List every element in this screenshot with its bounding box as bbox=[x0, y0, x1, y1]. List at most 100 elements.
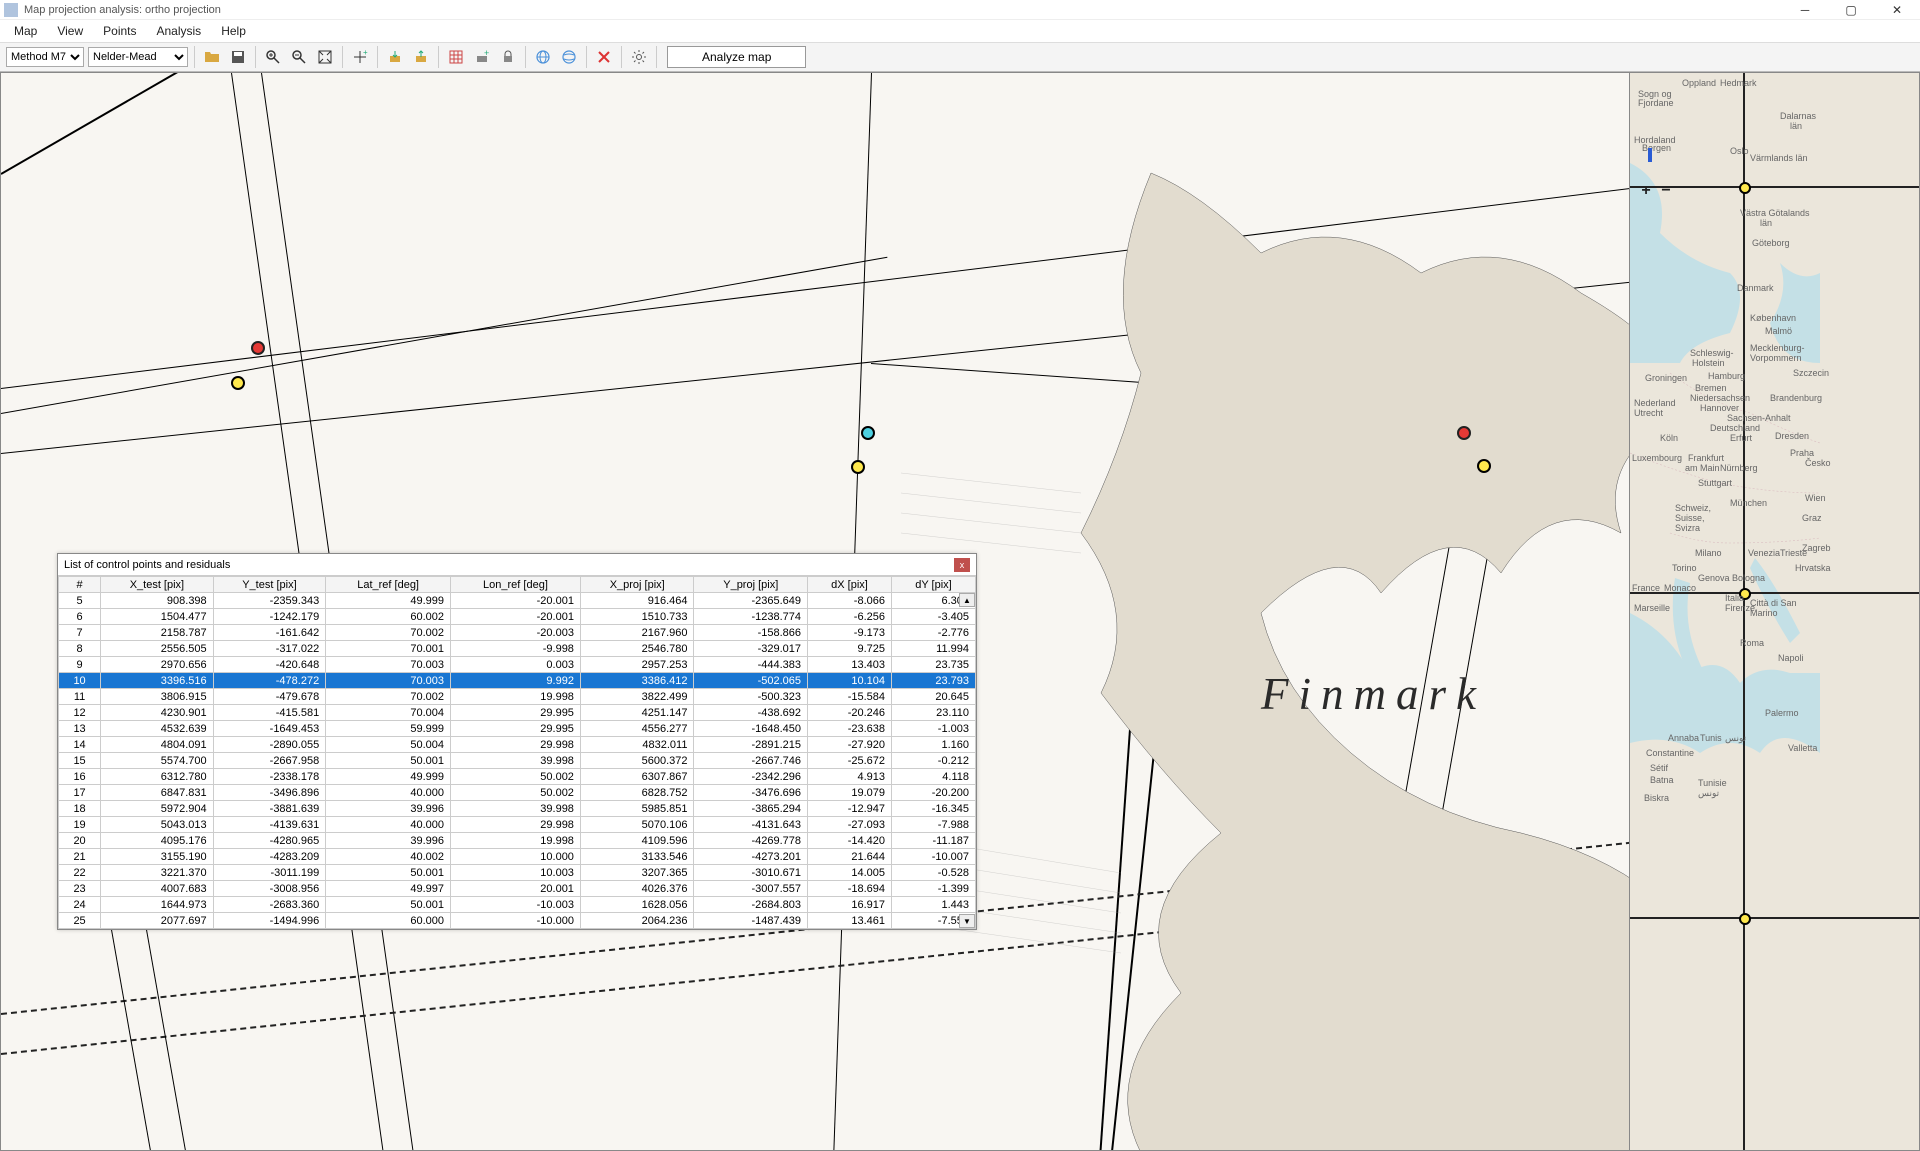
table-row[interactable]: 61504.477-1242.17960.002-20.0011510.733-… bbox=[59, 609, 976, 625]
ref-map-label: län bbox=[1760, 218, 1772, 228]
ref-map-label: Groningen bbox=[1645, 373, 1687, 383]
ref-map-label: Niedersachsen bbox=[1690, 393, 1750, 403]
clear-button[interactable] bbox=[593, 46, 615, 68]
ref-point-marker[interactable] bbox=[1739, 913, 1751, 925]
ref-map-label: Dresden bbox=[1775, 431, 1809, 441]
ref-map-label: Szczecin bbox=[1793, 368, 1829, 378]
ref-map-label: Venezia bbox=[1748, 548, 1780, 558]
control-point-marker[interactable] bbox=[861, 426, 875, 440]
table-row[interactable]: 252077.697-1494.99660.000-10.0002064.236… bbox=[59, 913, 976, 929]
opacity-slider[interactable] bbox=[1648, 148, 1652, 162]
ref-map-label: Danmark bbox=[1737, 283, 1774, 293]
import-points-button[interactable] bbox=[384, 46, 406, 68]
table-header[interactable]: Y_proj [pix] bbox=[694, 577, 808, 593]
save-button[interactable] bbox=[227, 46, 249, 68]
ref-map-label: Stuttgart bbox=[1698, 478, 1732, 488]
ref-map-label: Tunisie bbox=[1698, 778, 1727, 788]
table-row[interactable]: 185972.904-3881.63939.99639.9985985.851-… bbox=[59, 801, 976, 817]
ref-map-label: Graz bbox=[1802, 513, 1822, 523]
ref-map-label: Oppland bbox=[1682, 78, 1716, 88]
ref-point-marker[interactable] bbox=[1739, 182, 1751, 194]
ref-zoom-out-button[interactable]: − bbox=[1658, 183, 1674, 199]
ref-map-label: København bbox=[1750, 313, 1796, 323]
table-header[interactable]: dY [pix] bbox=[892, 577, 976, 593]
table-header[interactable]: Lat_ref [deg] bbox=[326, 577, 451, 593]
menu-analysis[interactable]: Analysis bbox=[147, 22, 212, 40]
table-row[interactable]: 241644.973-2683.36050.001-10.0031628.056… bbox=[59, 897, 976, 913]
minimize-button[interactable]: ─ bbox=[1782, 0, 1828, 20]
menu-help[interactable]: Help bbox=[211, 22, 256, 40]
table-header[interactable]: # bbox=[59, 577, 101, 593]
reference-map-canvas[interactable]: OsloOpplandHedmarkSogn ogFjordaneHordala… bbox=[1630, 72, 1920, 1151]
settings-button[interactable] bbox=[628, 46, 650, 68]
ref-map-label: Marino bbox=[1750, 608, 1778, 618]
menu-view[interactable]: View bbox=[47, 22, 93, 40]
ref-map-label: Batna bbox=[1650, 775, 1674, 785]
table-header[interactable]: Y_test [pix] bbox=[213, 577, 326, 593]
maximize-button[interactable]: ▢ bbox=[1828, 0, 1874, 20]
table-row[interactable]: 155574.700-2667.95850.00139.9985600.372-… bbox=[59, 753, 976, 769]
open-file-button[interactable] bbox=[201, 46, 223, 68]
close-button[interactable]: ✕ bbox=[1874, 0, 1920, 20]
table-row[interactable]: 144804.091-2890.05550.00429.9984832.011-… bbox=[59, 737, 976, 753]
menu-map[interactable]: Map bbox=[4, 22, 47, 40]
ref-map-label: Bologna bbox=[1732, 573, 1765, 583]
zoom-extent-button[interactable] bbox=[314, 46, 336, 68]
ref-map-label: Nederland bbox=[1634, 398, 1676, 408]
map-region-label: Finmark bbox=[1261, 668, 1486, 720]
table-row[interactable]: 103396.516-478.27270.0039.9923386.412-50… bbox=[59, 673, 976, 689]
toggle-grid-button[interactable] bbox=[445, 46, 467, 68]
table-row[interactable]: 234007.683-3008.95649.99720.0014026.376-… bbox=[59, 881, 976, 897]
table-row[interactable]: 92970.656-420.64870.0030.0032957.253-444… bbox=[59, 657, 976, 673]
table-header[interactable]: X_test [pix] bbox=[101, 577, 214, 593]
table-row[interactable]: 134532.639-1649.45359.99929.9954556.277-… bbox=[59, 721, 976, 737]
table-header[interactable]: Lon_ref [deg] bbox=[451, 577, 581, 593]
analyze-map-button[interactable]: Analyze map bbox=[667, 46, 806, 68]
table-row[interactable]: 82556.505-317.02270.001-9.9982546.780-32… bbox=[59, 641, 976, 657]
ref-map-label: Luxembourg bbox=[1632, 453, 1682, 463]
globe-outline-button[interactable] bbox=[558, 46, 580, 68]
ref-map-label: Hannover bbox=[1700, 403, 1739, 413]
ref-map-label: Trieste bbox=[1780, 548, 1807, 558]
control-point-marker[interactable] bbox=[1457, 426, 1471, 440]
table-row[interactable]: 113806.915-479.67870.00219.9983822.499-5… bbox=[59, 689, 976, 705]
control-point-marker[interactable] bbox=[231, 376, 245, 390]
ref-map-label: Biskra bbox=[1644, 793, 1669, 803]
table-row[interactable]: 213155.190-4283.20940.00210.0003133.546-… bbox=[59, 849, 976, 865]
table-row[interactable]: 223221.370-3011.19950.00110.0033207.365-… bbox=[59, 865, 976, 881]
ref-map-label: Monaco bbox=[1664, 583, 1696, 593]
globe-graticule-button[interactable] bbox=[532, 46, 554, 68]
solver-select[interactable]: Nelder-Mead bbox=[88, 47, 188, 67]
ref-map-label: Tunis bbox=[1700, 733, 1722, 743]
close-residuals-button[interactable]: x bbox=[954, 558, 970, 572]
table-row[interactable]: 166312.780-2338.17849.99950.0026307.867-… bbox=[59, 769, 976, 785]
zoom-in-button[interactable] bbox=[262, 46, 284, 68]
scroll-down-button[interactable]: ▼ bbox=[959, 914, 975, 928]
table-row[interactable]: 176847.831-3496.89640.00050.0026828.752-… bbox=[59, 785, 976, 801]
ref-map-label: Città di San bbox=[1750, 598, 1797, 608]
add-point-button[interactable]: + bbox=[349, 46, 371, 68]
table-row[interactable]: 72158.787-161.64270.002-20.0032167.960-1… bbox=[59, 625, 976, 641]
control-point-marker[interactable] bbox=[851, 460, 865, 474]
main-map-canvas[interactable]: Finmark List of control points and resid… bbox=[0, 72, 1630, 1151]
ref-map-label: am Main bbox=[1685, 463, 1720, 473]
add-ref-point-button[interactable]: + bbox=[471, 46, 493, 68]
method-select[interactable]: Method M7 bbox=[6, 47, 84, 67]
export-points-button[interactable] bbox=[410, 46, 432, 68]
table-row[interactable]: 204095.176-4280.96539.99619.9984109.596-… bbox=[59, 833, 976, 849]
ref-map-label: Frankfurt bbox=[1688, 453, 1724, 463]
lock-points-button[interactable] bbox=[497, 46, 519, 68]
ref-zoom-in-button[interactable]: + bbox=[1638, 183, 1654, 199]
table-row[interactable]: 195043.013-4139.63140.00029.9985070.106-… bbox=[59, 817, 976, 833]
table-header[interactable]: X_proj [pix] bbox=[580, 577, 694, 593]
scroll-up-button[interactable]: ▲ bbox=[959, 593, 975, 607]
ref-map-label: län bbox=[1790, 121, 1802, 131]
ref-map-label: Marseille bbox=[1634, 603, 1670, 613]
menu-points[interactable]: Points bbox=[93, 22, 146, 40]
control-point-marker[interactable] bbox=[251, 341, 265, 355]
table-header[interactable]: dX [pix] bbox=[808, 577, 892, 593]
table-row[interactable]: 5908.398-2359.34349.999-20.001916.464-23… bbox=[59, 593, 976, 609]
control-point-marker[interactable] bbox=[1477, 459, 1491, 473]
table-row[interactable]: 124230.901-415.58170.00429.9954251.147-4… bbox=[59, 705, 976, 721]
zoom-out-button[interactable] bbox=[288, 46, 310, 68]
